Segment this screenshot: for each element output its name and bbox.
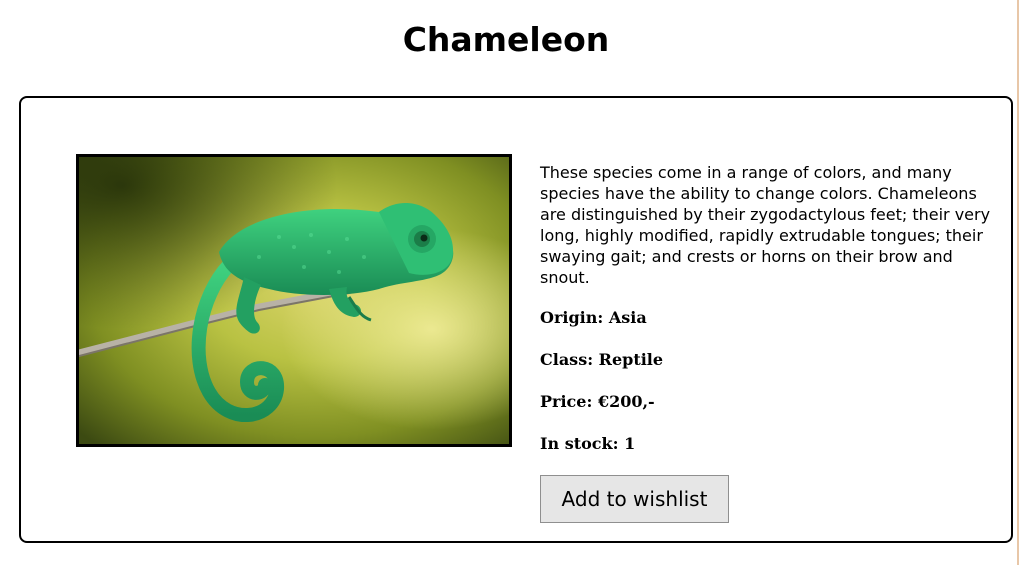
product-card: These species come in a range of colors,… xyxy=(19,96,1013,543)
page-title: Chameleon xyxy=(402,20,610,59)
add-to-wishlist-button[interactable]: Add to wishlist xyxy=(540,475,729,523)
page: Chameleon These species come in a range … xyxy=(0,0,1019,565)
product-info: These species come in a range of colors,… xyxy=(540,162,1000,523)
price-text: Price: €200,- xyxy=(540,392,655,411)
product-image xyxy=(76,154,512,447)
origin-text: Origin: Asia xyxy=(540,308,647,327)
chameleon-photo xyxy=(79,157,509,444)
stock-text: In stock: 1 xyxy=(540,434,636,453)
product-description: These species come in a range of colors,… xyxy=(540,163,991,287)
class-text: Class: Reptile xyxy=(540,350,664,369)
